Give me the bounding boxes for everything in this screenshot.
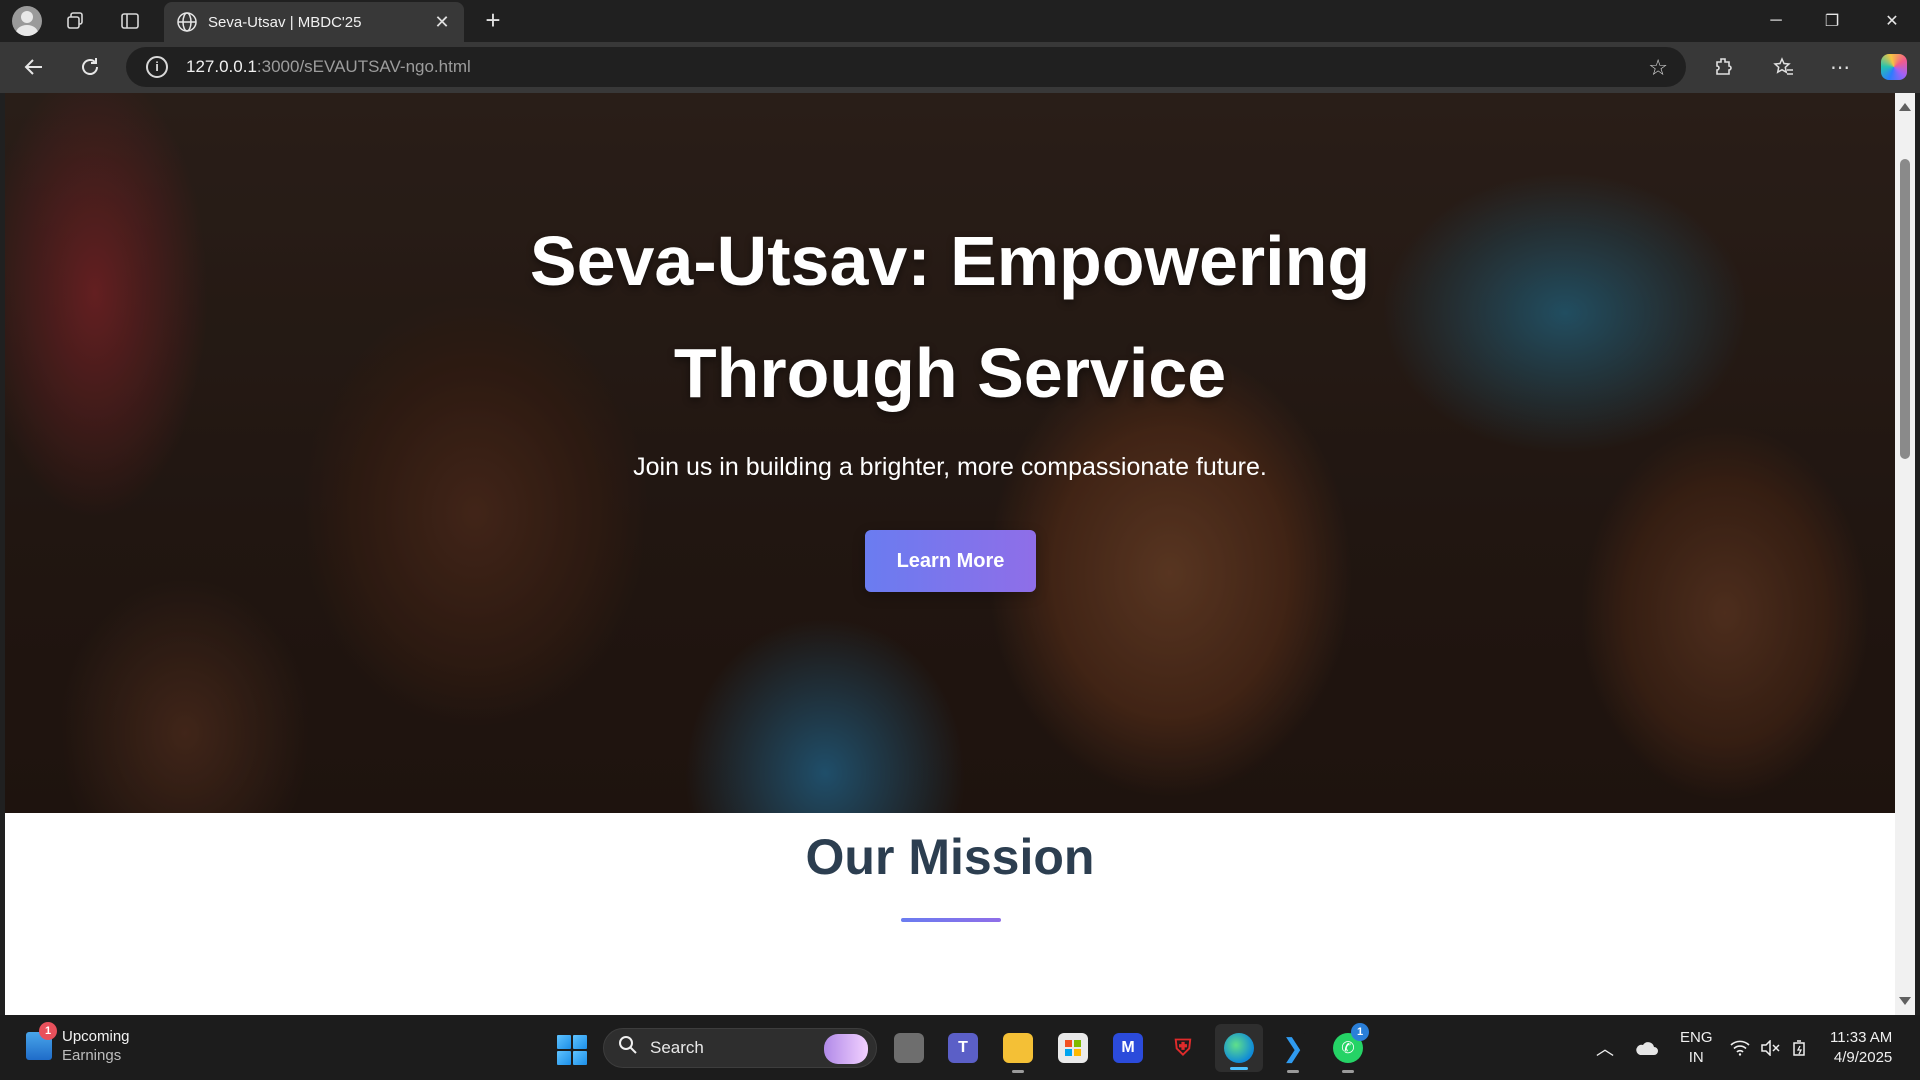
reload-button[interactable] [70, 47, 110, 87]
folder-icon [1003, 1033, 1033, 1063]
hero-title: Seva-Utsav: Empowering Through Service [250, 205, 1650, 429]
windows-logo-tile [557, 1035, 571, 1049]
widget-line2: Earnings [62, 1047, 122, 1064]
task-view-icon [894, 1033, 924, 1063]
address-bar[interactable]: i 127.0.0.1:3000/sEVAUTSAV-ngo.html ☆ [126, 47, 1686, 87]
running-indicator [1342, 1070, 1354, 1073]
show-hidden-icons-button[interactable]: ︿ [1596, 1015, 1614, 1080]
learn-more-button[interactable]: Learn More [865, 530, 1036, 592]
windows-logo-tile [573, 1035, 587, 1049]
whatsapp-badge: 1 [1351, 1023, 1369, 1041]
page-viewport: Seva-Utsav: Empowering Through Service J… [5, 93, 1895, 1015]
back-arrow-icon [24, 59, 42, 75]
profile-avatar[interactable] [12, 6, 42, 36]
clock[interactable]: 11:33 AM 4/9/2025 [1830, 1015, 1892, 1080]
address-url[interactable]: 127.0.0.1:3000/sEVAUTSAV-ngo.html [186, 57, 471, 77]
tab-title: Seva-Utsav | MBDC'25 [208, 13, 362, 31]
favorite-star-icon[interactable]: ☆ [1648, 55, 1668, 81]
teams-button[interactable]: T [944, 1029, 982, 1067]
page-scrollbar[interactable] [1895, 93, 1915, 1015]
edge-button[interactable] [1215, 1024, 1263, 1072]
hero-subtitle: Join us in building a brighter, more com… [633, 453, 1267, 481]
hero-title-line2: Through Service [673, 334, 1227, 412]
running-indicator [1287, 1070, 1299, 1073]
widgets-button[interactable]: 1 Upcoming Earnings [26, 1022, 130, 1065]
edge-icon [1224, 1033, 1254, 1063]
tab-close-icon[interactable]: ✕ [430, 12, 454, 33]
windows-logo-tile [573, 1051, 587, 1065]
lang-line1: ENG [1680, 1028, 1713, 1046]
mission-underline [901, 918, 1001, 922]
task-view-button[interactable] [890, 1029, 928, 1067]
site-info-icon[interactable]: i [146, 56, 168, 78]
globe-icon [177, 12, 197, 32]
earnings-widget-icon: 1 [26, 1022, 57, 1060]
file-explorer-button[interactable] [999, 1029, 1037, 1073]
windows-taskbar: 1 Upcoming Earnings Search T M ⛨ ❯ ✆ 1 ︿… [0, 1015, 1920, 1080]
wifi-icon[interactable] [1730, 1015, 1750, 1080]
volume-muted-icon[interactable] [1760, 1015, 1780, 1080]
clock-time: 11:33 AM [1830, 1028, 1893, 1046]
minimize-button[interactable]: ─ [1748, 0, 1804, 42]
browser-tab-bar: Seva-Utsav | MBDC'25 ✕ + ─ ❐ ✕ [0, 0, 1920, 42]
hero-title-line1: Seva-Utsav: Empowering [529, 222, 1371, 300]
teams-icon: T [948, 1033, 978, 1063]
widget-badge: 1 [39, 1022, 57, 1040]
reload-icon [82, 58, 98, 75]
close-window-button[interactable]: ✕ [1864, 0, 1920, 42]
widget-line1: Upcoming [62, 1028, 130, 1045]
copilot-button[interactable] [1874, 47, 1914, 87]
onedrive-icon[interactable] [1634, 1015, 1658, 1080]
url-path: :3000/sEVAUTSAV-ngo.html [256, 57, 471, 76]
taskbar-search[interactable]: Search [603, 1028, 877, 1068]
store-icon [1058, 1033, 1088, 1063]
running-indicator [1012, 1070, 1024, 1073]
search-highlight-icon [824, 1034, 868, 1064]
language-indicator[interactable]: ENG IN [1680, 1015, 1713, 1080]
windows-logo-tile [557, 1051, 571, 1065]
app-m-icon: M [1113, 1033, 1143, 1063]
favorites-icon[interactable] [1764, 47, 1804, 87]
hero-section: Seva-Utsav: Empowering Through Service J… [5, 93, 1895, 813]
battery-icon[interactable] [1790, 1015, 1810, 1080]
scroll-up-arrow-icon[interactable] [1899, 103, 1911, 111]
scroll-thumb[interactable] [1900, 159, 1910, 459]
copilot-icon [1881, 54, 1907, 80]
browser-toolbar: i 127.0.0.1:3000/sEVAUTSAV-ngo.html ☆ ⋯ [0, 42, 1920, 93]
lang-line2: IN [1688, 1048, 1704, 1066]
start-button[interactable] [557, 1035, 587, 1065]
new-tab-button[interactable]: + [478, 6, 508, 36]
maximize-button[interactable]: ❐ [1804, 0, 1860, 42]
shield-icon: ⛨ [1168, 1033, 1198, 1063]
whatsapp-button[interactable]: ✆ 1 [1329, 1023, 1369, 1073]
extensions-icon[interactable] [1704, 47, 1744, 87]
chevron-up-icon: ︿ [1596, 1038, 1614, 1059]
vertical-tabs-icon[interactable] [114, 5, 146, 37]
clock-date: 4/9/2025 [1833, 1048, 1893, 1066]
app-m-button[interactable]: M [1109, 1029, 1147, 1067]
active-indicator [1230, 1067, 1248, 1070]
url-host: 127.0.0.1 [186, 57, 257, 76]
hero-content: Seva-Utsav: Empowering Through Service J… [5, 93, 1895, 813]
workspaces-icon[interactable] [60, 5, 92, 37]
search-icon [618, 1035, 638, 1061]
mcafee-button[interactable]: ⛨ [1164, 1029, 1202, 1067]
vscode-button[interactable]: ❯ [1274, 1029, 1312, 1073]
back-button[interactable] [14, 47, 54, 87]
search-label: Search [650, 1038, 704, 1057]
vscode-icon: ❯ [1278, 1033, 1308, 1063]
more-options-icon[interactable]: ⋯ [1820, 47, 1860, 87]
browser-tab-active[interactable]: Seva-Utsav | MBDC'25 ✕ [164, 2, 464, 42]
store-button[interactable] [1054, 1029, 1092, 1067]
scroll-down-arrow-icon[interactable] [1899, 997, 1911, 1005]
mission-title: Our Mission [805, 829, 1095, 885]
